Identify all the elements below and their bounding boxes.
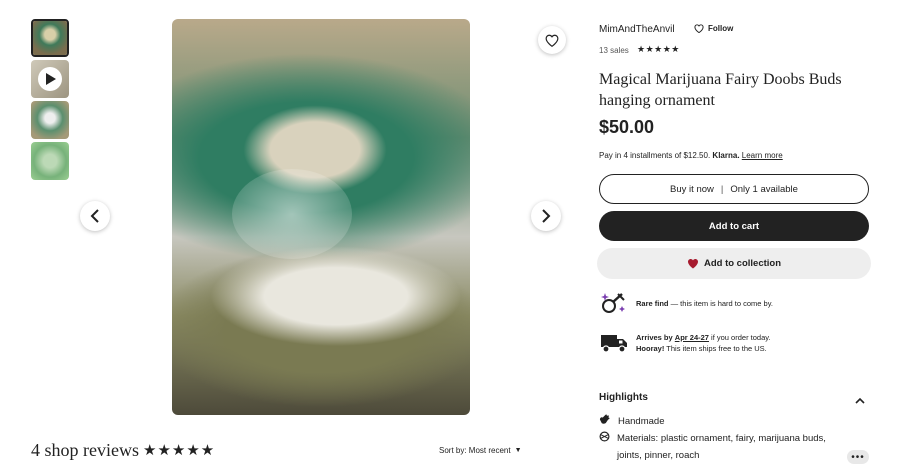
main-product-image — [172, 19, 470, 415]
shop-star-rating[interactable]: ★★★★★ — [637, 44, 680, 55]
heart-filled-icon — [687, 259, 698, 269]
shop-name-link[interactable]: MimAndTheAnvil — [599, 24, 675, 35]
hand-icon — [599, 414, 611, 428]
thumbnail-1[interactable] — [31, 19, 69, 57]
learn-more-link[interactable]: Learn more — [742, 151, 783, 160]
play-icon — [38, 67, 62, 91]
thumbnail-3[interactable] — [31, 101, 69, 139]
klarna-logo: Klarna. — [712, 151, 740, 160]
sort-dropdown[interactable]: Sort by: Most recent ▼ — [439, 446, 522, 455]
highlights-heading[interactable]: Highlights — [599, 392, 648, 403]
sort-label: Sort by: Most recent — [439, 446, 511, 455]
add-to-collection-button[interactable]: Add to collection — [597, 248, 871, 279]
shop-sales-count: 13 sales — [599, 46, 629, 55]
caret-down-icon: ▼ — [514, 447, 522, 454]
availability-label: Only 1 available — [730, 183, 798, 195]
chevron-up-icon[interactable] — [855, 392, 865, 410]
chevron-right-icon — [542, 209, 551, 223]
follow-label: Follow — [708, 24, 734, 33]
materials-icon — [599, 431, 610, 445]
add-to-collection-label: Add to collection — [703, 258, 782, 269]
buy-it-now-button[interactable]: Buy it now | Only 1 available — [599, 174, 869, 204]
more-options-button[interactable]: ••• — [847, 450, 869, 464]
arrival-date-link[interactable]: Apr 24-27 — [675, 333, 709, 342]
previous-image-button[interactable] — [80, 201, 110, 231]
thumbnail-video[interactable] — [31, 60, 69, 98]
shipping-notice: Arrives by Apr 24-27 if you order today.… — [599, 330, 771, 356]
follow-shop-button[interactable]: Follow — [694, 24, 733, 33]
rare-find-icon — [599, 290, 629, 316]
heart-outline-icon — [694, 24, 704, 33]
add-to-cart-button[interactable]: Add to cart — [599, 211, 869, 241]
thumbnail-4[interactable] — [31, 142, 69, 180]
klarna-installments: Pay in 4 installments of $12.50. Klarna.… — [599, 151, 783, 160]
rare-find-notice: Rare find — this item is hard to come by… — [599, 290, 773, 316]
next-image-button[interactable] — [531, 201, 561, 231]
listing-price: $50.00 — [599, 117, 655, 137]
heart-outline-icon — [545, 34, 559, 47]
shop-reviews-title: 4 shop reviews — [31, 440, 139, 460]
listing-title: Magical Marijuana Fairy Doobs Buds hangi… — [599, 71, 842, 109]
buy-now-label: Buy it now — [670, 183, 714, 195]
highlight-item: Materials: plastic ornament, fairy, mari… — [599, 430, 839, 464]
chevron-left-icon — [90, 209, 99, 223]
favorite-button[interactable] — [538, 26, 566, 54]
delivery-truck-icon — [599, 330, 629, 356]
highlight-item: Handmade — [599, 413, 664, 430]
reviews-star-rating: ★★★★★ — [143, 442, 216, 459]
